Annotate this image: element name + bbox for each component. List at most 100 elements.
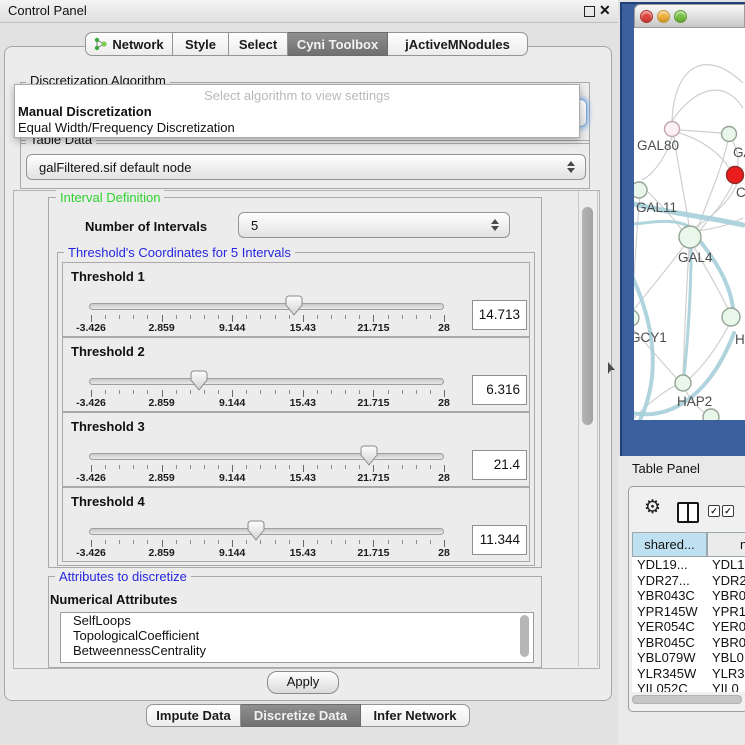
slider-tick — [345, 465, 346, 469]
network-view-canvas[interactable]: GAL80GAL11GAL4GCY1HAP2GACH — [634, 28, 745, 420]
zoom-light-icon[interactable] — [674, 10, 687, 23]
threshold-label: Threshold 2 — [71, 344, 145, 359]
tab-network[interactable]: Network — [85, 32, 173, 56]
tab-label: Style — [185, 37, 216, 52]
table-row[interactable]: YBR045CYBR0 — [632, 635, 745, 651]
slider-tick — [133, 315, 134, 319]
slider-tick — [162, 540, 163, 547]
table-row[interactable]: YIL052CYIL0 — [632, 681, 745, 692]
threshold-panel-3: Threshold 3-3.4262.8599.14415.4321.71528… — [62, 412, 530, 487]
network-edge — [672, 90, 743, 121]
attribute-item-betweennesscentrality[interactable]: BetweennessCentrality — [61, 643, 533, 658]
threshold-panel-2: Threshold 2-3.4262.8599.14415.4321.71528… — [62, 337, 530, 412]
slider-tick — [373, 315, 374, 322]
slider-tick — [373, 390, 374, 397]
numerical-attributes-label: Numerical Attributes — [50, 592, 177, 607]
tab-infer-network[interactable]: Infer Network — [361, 704, 470, 727]
slider-track[interactable] — [89, 528, 444, 535]
attribute-item-topologicalcoefficient[interactable]: TopologicalCoefficient — [61, 628, 533, 643]
slider-thumb[interactable] — [190, 370, 208, 391]
network-window-titlebar[interactable] — [634, 4, 745, 28]
network-graph: GAL80GAL11GAL4GCY1HAP2GACH — [634, 28, 745, 420]
slider-tick — [133, 390, 134, 394]
slider-tick — [91, 315, 92, 322]
table-row[interactable]: YLR345WYLR3 — [632, 666, 745, 682]
table-data-combobox[interactable]: galFiltered.sif default node — [26, 154, 586, 180]
attribute-table[interactable]: shared...nameYDL19...YDL1YDR27...YDR2YBR… — [632, 532, 745, 692]
slider-tick — [416, 390, 417, 394]
horizontal-scrollbar-thumb[interactable] — [632, 695, 742, 704]
minimize-light-icon[interactable] — [657, 10, 670, 23]
slider-tick — [289, 540, 290, 544]
slider-scale-label: 15.43 — [273, 547, 333, 559]
slider-tick — [162, 390, 163, 397]
slider-tick — [359, 390, 360, 394]
tab-impute-data[interactable]: Impute Data — [146, 704, 241, 727]
slider-tick — [430, 465, 431, 469]
slider-tick — [416, 465, 417, 469]
slider-tick — [416, 315, 417, 319]
network-node-gal11[interactable] — [634, 182, 647, 198]
tab-style[interactable]: Style — [173, 32, 229, 56]
column-header-shared-[interactable]: shared... — [632, 532, 707, 557]
network-node[interactable] — [722, 308, 740, 326]
popup-option-equal-width-frequency-discretization[interactable]: Equal Width/Frequency Discretization — [18, 120, 235, 135]
threshold-value-field[interactable]: 6.316 — [472, 375, 527, 405]
numerical-attributes-list[interactable]: SelfLoopsTopologicalCoefficientBetweenne… — [60, 612, 534, 663]
table-row[interactable]: YBL079WYBL0 — [632, 650, 745, 666]
slider-scale-label: 2.859 — [132, 547, 192, 559]
slider-scale-label: 28 — [414, 322, 474, 334]
table-row[interactable]: YBR043CYBR0 — [632, 588, 745, 604]
tab-select[interactable]: Select — [229, 32, 288, 56]
threshold-value-field[interactable]: 14.713 — [472, 300, 527, 330]
table-row[interactable]: YDR27...YDR2 — [632, 573, 745, 589]
close-light-icon[interactable] — [640, 10, 653, 23]
number-of-intervals-combobox[interactable]: 5 — [238, 212, 510, 238]
popup-option-manual-discretization[interactable]: Manual Discretization — [18, 104, 152, 119]
slider-scale-label: -3.426 — [61, 322, 121, 334]
vertical-scrollbar-thumb[interactable] — [582, 207, 593, 425]
slider-track[interactable] — [89, 378, 444, 385]
threshold-value-field[interactable]: 11.344 — [472, 525, 527, 555]
columns-icon[interactable] — [677, 502, 699, 523]
slider-thumb[interactable] — [247, 520, 265, 541]
tab-jactivemnodules[interactable]: jActiveMNodules — [388, 32, 528, 56]
slider-tick — [373, 540, 374, 547]
slider-thumb[interactable] — [285, 295, 303, 316]
slider-tick — [260, 465, 261, 469]
threshold-value-field[interactable]: 21.4 — [472, 450, 527, 480]
table-row[interactable]: YDL19...YDL1 — [632, 557, 745, 573]
table-cell: YIL0 — [712, 681, 745, 692]
slider-track[interactable] — [89, 453, 444, 460]
checkbox-icon[interactable]: ✓ — [722, 505, 734, 517]
attribute-item-selfloops[interactable]: SelfLoops — [61, 613, 533, 628]
network-node[interactable] — [703, 409, 719, 420]
tab-label: Impute Data — [156, 708, 230, 723]
gear-icon[interactable]: ⚙ — [644, 498, 661, 517]
slider-tick — [275, 315, 276, 319]
network-node[interactable] — [727, 167, 744, 184]
list-scrollbar-thumb[interactable] — [520, 615, 529, 657]
slider-thumb[interactable] — [360, 445, 378, 466]
table-row[interactable]: YPR145WYPR1 — [632, 604, 745, 620]
apply-button[interactable]: Apply — [267, 671, 339, 694]
column-header-name[interactable]: name — [707, 532, 745, 557]
network-node-gal4[interactable] — [679, 226, 701, 248]
tab-label: Network — [112, 37, 163, 52]
network-node-hap2[interactable] — [675, 375, 691, 391]
table-cell: YDR2 — [712, 573, 745, 589]
tab-cyni-toolbox[interactable]: Cyni Toolbox — [288, 32, 388, 56]
tab-discretize-data[interactable]: Discretize Data — [241, 704, 361, 727]
close-icon[interactable]: ✕ — [599, 2, 611, 19]
table-row[interactable]: YER054CYER0 — [632, 619, 745, 635]
float-window-icon[interactable] — [584, 6, 595, 17]
slider-tick — [430, 315, 431, 319]
network-node-gcy1[interactable] — [634, 310, 639, 326]
checkbox-icon[interactable]: ✓ — [708, 505, 720, 517]
slider-tick — [345, 315, 346, 319]
slider-track[interactable] — [89, 303, 444, 310]
network-node-gal80[interactable] — [665, 122, 680, 137]
slider-tick — [232, 390, 233, 397]
slider-scale-label: 2.859 — [132, 472, 192, 484]
network-node[interactable] — [722, 127, 737, 142]
